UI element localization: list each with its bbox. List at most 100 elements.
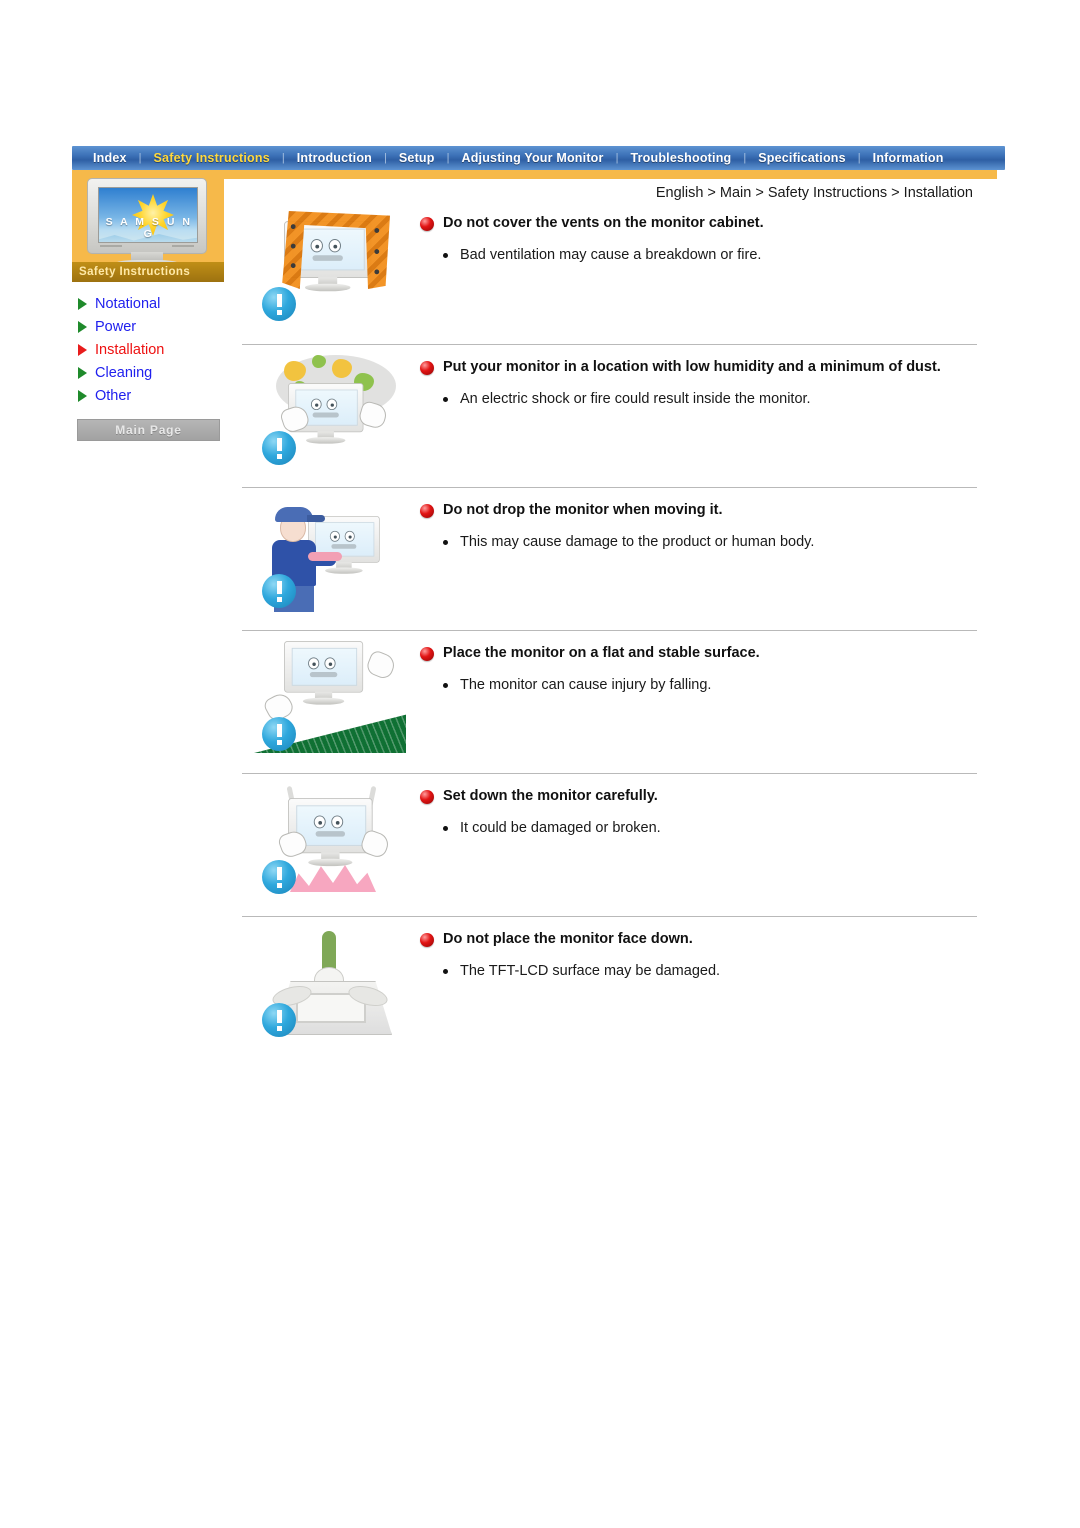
sidebar-item-notational[interactable]: Notational <box>72 292 224 315</box>
x-mark-icon <box>308 983 356 1029</box>
mouth-graphic <box>331 544 357 549</box>
section-body: Set down the monitor carefully. It could … <box>420 774 977 838</box>
monitor-face-graphic <box>324 528 366 551</box>
sidebar-item-cleaning[interactable]: Cleaning <box>72 361 224 384</box>
left-eye-icon <box>313 815 326 829</box>
illustration-monitor-face-down <box>250 923 410 1049</box>
sidebar-item-label: Other <box>95 387 132 404</box>
warning-exclamation-icon <box>262 287 296 321</box>
samsung-wordmark: S A M S U N G <box>105 216 193 240</box>
right-eye-icon <box>324 657 336 670</box>
nav-item-safety-instructions[interactable]: Safety Instructions <box>143 151 281 165</box>
nav-separator: | <box>446 152 450 164</box>
sidebar-item-installation[interactable]: Installation <box>72 338 224 361</box>
red-sphere-bullet-icon <box>420 790 434 804</box>
section-title-row: Set down the monitor carefully. <box>420 788 977 804</box>
right-eye-icon <box>328 239 341 253</box>
right-eye-icon <box>331 815 344 829</box>
pink-impact-splash <box>290 865 376 892</box>
illustration-monitor-on-slope <box>250 637 410 763</box>
waving-hand-icon <box>364 649 398 681</box>
section-body: Do not drop the monitor when moving it. T… <box>420 488 977 552</box>
content-area: English > Main > Safety Instructions > I… <box>242 179 977 1059</box>
brand-panel: S A M S U N G Safety Instructions <box>72 170 224 282</box>
arrow-right-icon <box>78 389 87 402</box>
section-bullet-item: This may cause damage to the product or … <box>420 532 977 552</box>
warning-exclamation-icon <box>262 431 296 465</box>
monitor-base <box>302 697 345 705</box>
sidebar-item-power[interactable]: Power <box>72 315 224 338</box>
nav-separator: | <box>857 152 861 164</box>
mouth-graphic <box>309 671 338 678</box>
monitor-face-graphic <box>303 235 354 264</box>
main-page-button[interactable]: Main Page <box>77 419 220 441</box>
nav-separator: | <box>281 152 285 164</box>
monitor-face-graphic <box>304 395 348 420</box>
red-sphere-bullet-icon <box>420 647 434 661</box>
red-sphere-bullet-icon <box>420 933 434 947</box>
sidebar-menu: Notational Power Installation Cleaning Other <box>72 282 224 407</box>
section-title: Do not drop the monitor when moving it. <box>443 502 723 518</box>
section-body: Do not place the monitor face down. The T… <box>420 917 977 981</box>
safety-section: Do not place the monitor face down. The T… <box>242 916 977 1059</box>
red-sphere-bullet-icon <box>420 504 434 518</box>
nav-item-introduction[interactable]: Introduction <box>286 151 383 165</box>
section-title: Do not cover the vents on the monitor ca… <box>443 215 764 231</box>
safety-section: Set down the monitor carefully. It could … <box>242 773 977 916</box>
monitor-case <box>284 641 364 693</box>
sidebar-item-label: Cleaning <box>95 364 153 381</box>
section-title: Put your monitor in a location with low … <box>443 359 941 375</box>
section-title: Set down the monitor carefully. <box>443 788 658 804</box>
safety-section: Put your monitor in a location with low … <box>242 344 977 487</box>
red-sphere-bullet-icon <box>420 217 434 231</box>
illustration-monitor-dropped-hard <box>250 780 410 906</box>
mouth-graphic <box>312 412 339 418</box>
monitor-face-graphic <box>306 812 356 840</box>
arrow-right-icon <box>78 320 87 333</box>
top-navigation-bar: Index | Safety Instructions | Introduction | S… <box>72 146 1005 170</box>
section-bullet-item: Bad ventilation may cause a breakdown or… <box>420 245 977 265</box>
safety-section: Do not drop the monitor when moving it. T… <box>242 487 977 630</box>
sidebar-item-other[interactable]: Other <box>72 384 224 407</box>
nav-separator: | <box>743 152 747 164</box>
nav-item-adjusting-your-monitor[interactable]: Adjusting Your Monitor <box>450 151 614 165</box>
right-eye-icon <box>326 398 338 411</box>
section-title: Place the monitor on a flat and stable s… <box>443 645 760 661</box>
safety-section: Place the monitor on a flat and stable s… <box>242 630 977 773</box>
monitor-base <box>304 283 351 292</box>
nav-item-specifications[interactable]: Specifications <box>747 151 857 165</box>
left-eye-icon <box>308 657 320 670</box>
left-eye-icon <box>329 530 340 542</box>
section-bullet-item: An electric shock or fire could result i… <box>420 389 977 409</box>
section-bullet-item: The TFT-LCD surface may be damaged. <box>420 961 977 981</box>
pink-strap-graphic <box>308 552 342 561</box>
nav-item-information[interactable]: Information <box>862 151 955 165</box>
section-title-row: Do not place the monitor face down. <box>420 931 977 947</box>
monitor-body: S A M S U N G <box>87 178 207 254</box>
person-cap-icon <box>275 507 325 522</box>
section-bullet-list: The monitor can cause injury by falling. <box>420 675 977 695</box>
illustration-monitor-in-dusty-environment <box>250 351 410 477</box>
samsung-monitor-logo-image: S A M S U N G <box>87 178 207 267</box>
sidebar-item-label: Notational <box>95 295 161 312</box>
nav-item-setup[interactable]: Setup <box>388 151 446 165</box>
monitor-face-graphic <box>301 654 347 680</box>
section-title-row: Put your monitor in a location with low … <box>420 359 977 375</box>
section-bullet-item: The monitor can cause injury by falling. <box>420 675 977 695</box>
warning-exclamation-icon <box>262 717 296 751</box>
nav-item-troubleshooting[interactable]: Troubleshooting <box>619 151 742 165</box>
section-body: Do not cover the vents on the monitor ca… <box>420 201 977 265</box>
warning-exclamation-icon <box>262 574 296 608</box>
warning-exclamation-icon <box>262 860 296 894</box>
section-bullet-list: The TFT-LCD surface may be damaged. <box>420 961 977 981</box>
right-eye-icon <box>344 530 355 542</box>
monitor-base <box>306 437 346 444</box>
nav-item-index[interactable]: Index <box>82 151 138 165</box>
monitor-screen-glass <box>296 805 367 846</box>
section-body: Put your monitor in a location with low … <box>420 345 977 409</box>
cartoon-monitor <box>284 641 364 705</box>
section-bullet-list: An electric shock or fire could result i… <box>420 389 977 409</box>
nav-separator: | <box>615 152 619 164</box>
cartoon-monitor <box>288 798 373 867</box>
section-title-row: Do not drop the monitor when moving it. <box>420 502 977 518</box>
